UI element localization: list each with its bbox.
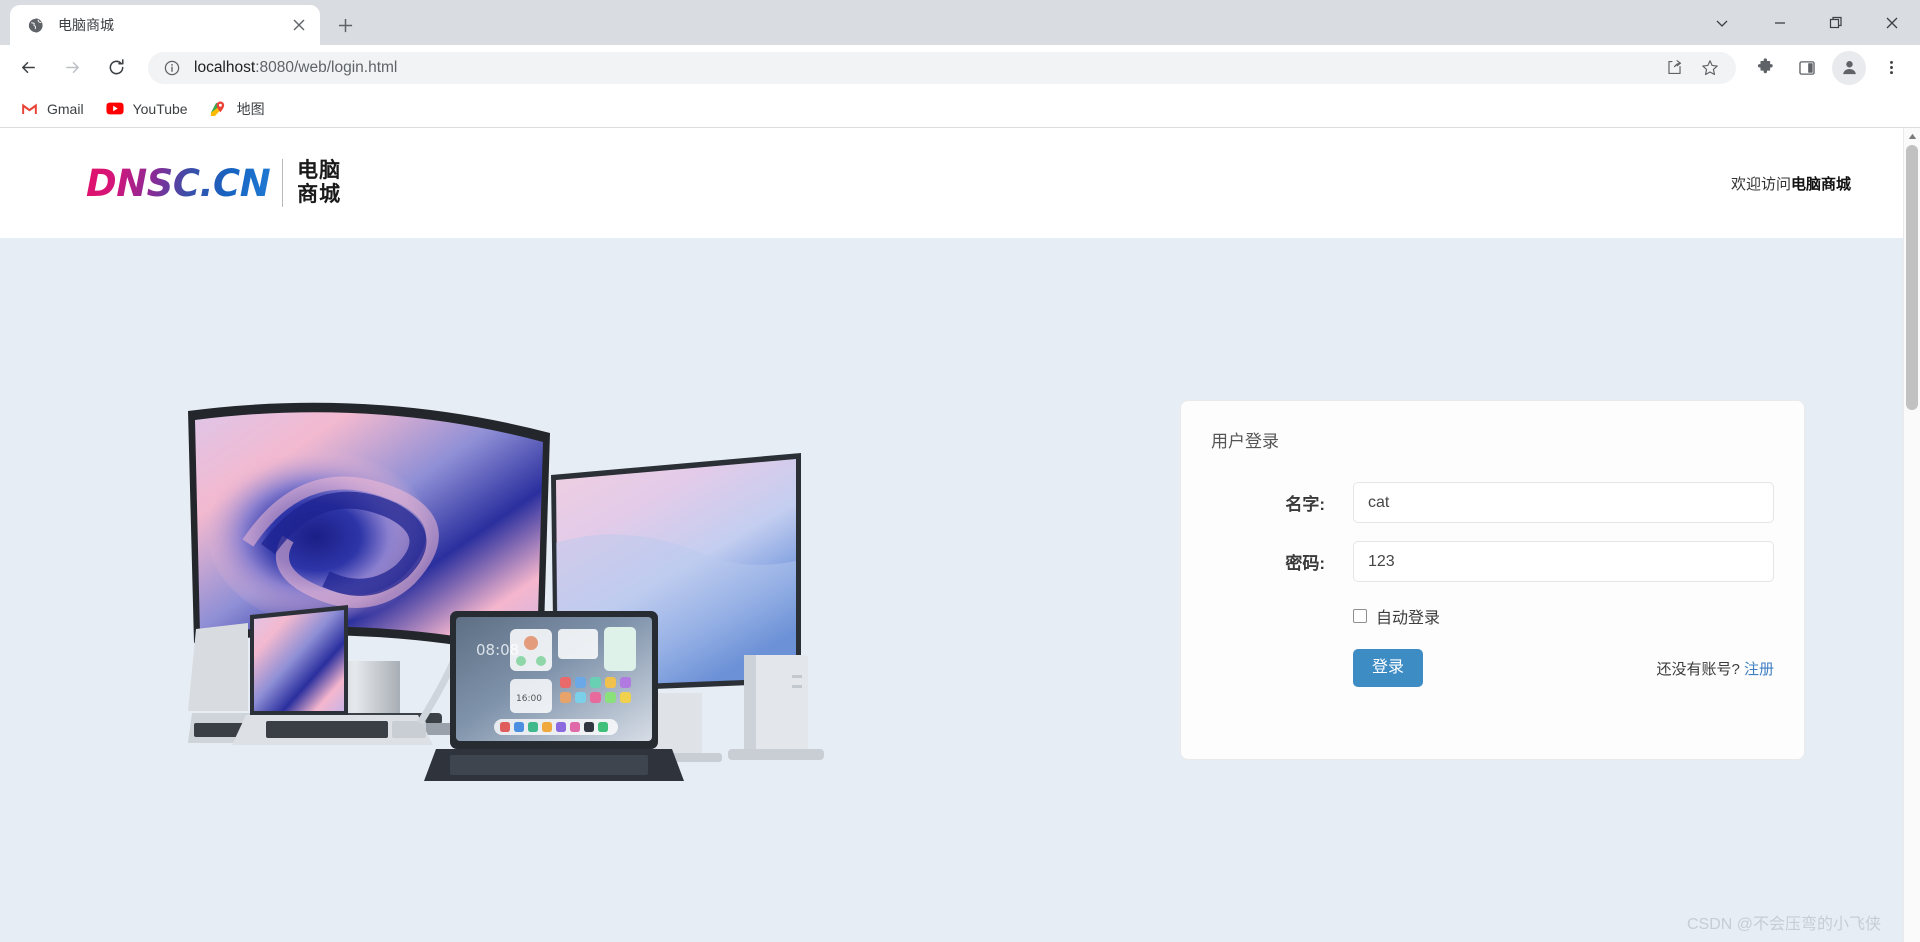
window-controls: [1692, 0, 1920, 45]
three-dot-menu-icon[interactable]: [1872, 49, 1910, 87]
watermark: CSDN @不会压弯的小飞侠: [1686, 916, 1881, 933]
username-label: 名字:: [1285, 495, 1325, 514]
login-submit-button[interactable]: 登录: [1353, 649, 1424, 687]
url-host: localhost: [194, 58, 256, 76]
puzzle-icon[interactable]: [1746, 49, 1784, 87]
bookmark-label: 地图: [236, 100, 265, 117]
omnibox-actions: [1656, 53, 1728, 83]
back-arrow-icon[interactable]: [9, 49, 47, 87]
close-icon[interactable]: [288, 14, 310, 36]
logo-cn-line1: 电脑: [297, 159, 342, 183]
chevron-down-icon[interactable]: [1692, 0, 1752, 45]
logo-divider: [282, 159, 284, 207]
restore-icon[interactable]: [1808, 0, 1864, 45]
browser-window: 电脑商城 localhost:8080/web/login.html Gmail…: [0, 0, 1920, 942]
bookmarks-bar: Gmail YouTube 地图: [0, 90, 1920, 128]
register-hint: 还没有账号? 注册: [1656, 658, 1774, 679]
register-link[interactable]: 注册: [1744, 661, 1774, 678]
tab-strip: 电脑商城: [0, 0, 1920, 45]
share-icon[interactable]: [1659, 53, 1689, 83]
star-icon[interactable]: [1695, 53, 1725, 83]
scroll-up-arrow-icon[interactable]: [1904, 128, 1920, 145]
minimize-icon[interactable]: [1752, 0, 1808, 45]
bookmark-label: YouTube: [132, 100, 188, 117]
auto-login-label[interactable]: 自动登录: [1376, 604, 1440, 628]
logo-chinese-name: 电脑 商城: [297, 159, 341, 206]
browser-toolbar: localhost:8080/web/login.html: [0, 45, 1920, 90]
new-tab-button[interactable]: [328, 8, 362, 42]
tablet-with-keyboard: 08:08 16:00: [417, 611, 684, 781]
scrollbar-thumb[interactable]: [1906, 145, 1918, 410]
register-prompt-text: 还没有账号?: [1656, 660, 1740, 678]
site-logo[interactable]: DNSC.CN 电脑 商城: [86, 159, 341, 207]
site-info-icon[interactable]: [162, 58, 182, 78]
address-bar[interactable]: localhost:8080/web/login.html: [148, 51, 1736, 84]
page-scrollbar[interactable]: [1903, 128, 1920, 942]
form-row-password: 密码:: [1211, 541, 1774, 582]
forward-arrow-icon: [53, 49, 91, 87]
computer-products-illustration: 08:08 16:00: [188, 393, 898, 793]
logo-wordmark: DNSC.CN: [86, 161, 271, 205]
page-viewport: DNSC.CN 电脑 商城 欢迎访问电脑商城 08:08 16:00 用户登录 …: [0, 128, 1920, 942]
bookmark-maps[interactable]: 地图: [200, 95, 275, 123]
auto-login-row: 自动登录: [1353, 604, 1774, 628]
password-label: 密码:: [1285, 554, 1325, 573]
tab-title: 电脑商城: [58, 17, 114, 33]
site-header: DNSC.CN 电脑 商城 欢迎访问电脑商城: [0, 128, 1903, 238]
welcome-text: 欢迎访问电脑商城: [1731, 173, 1851, 194]
password-input[interactable]: [1353, 541, 1774, 582]
form-row-username: 名字:: [1211, 482, 1774, 523]
url-path: :8080/web/login.html: [255, 58, 398, 76]
close-window-icon[interactable]: [1864, 0, 1920, 45]
svg-text:16:00: 16:00: [516, 694, 542, 704]
welcome-prefix: 欢迎访问: [1730, 175, 1791, 193]
bookmark-label: Gmail: [47, 100, 84, 117]
login-actions: 登录 还没有账号? 注册: [1353, 649, 1774, 687]
login-card: 用户登录 名字: 密码: 自动登录 登录: [1180, 400, 1805, 760]
auto-login-checkbox[interactable]: [1353, 609, 1367, 623]
login-page: DNSC.CN 电脑 商城 欢迎访问电脑商城 08:08 16:00 用户登录 …: [0, 128, 1903, 942]
globe-icon: [26, 16, 44, 34]
avatar-icon[interactable]: [1832, 50, 1866, 85]
browser-tab[interactable]: 电脑商城: [10, 5, 320, 45]
address-bar-text: localhost:8080/web/login.html: [194, 59, 1656, 77]
youtube-icon: [106, 100, 124, 118]
bookmark-youtube[interactable]: YouTube: [96, 95, 198, 123]
hero-section: 08:08 16:00 用户登录 名字: cat 密码: 123 自动登录 登录…: [0, 238, 1903, 942]
reload-icon[interactable]: [97, 49, 135, 87]
login-card-title: 用户登录: [1211, 432, 1279, 451]
username-input[interactable]: [1353, 482, 1774, 523]
google-maps-icon: [210, 100, 228, 118]
side-panel-icon[interactable]: [1788, 49, 1826, 87]
bookmark-gmail[interactable]: Gmail: [10, 95, 94, 123]
welcome-brand: 电脑商城: [1790, 175, 1851, 193]
logo-cn-line2: 商城: [297, 183, 342, 206]
gmail-icon: [20, 100, 38, 118]
